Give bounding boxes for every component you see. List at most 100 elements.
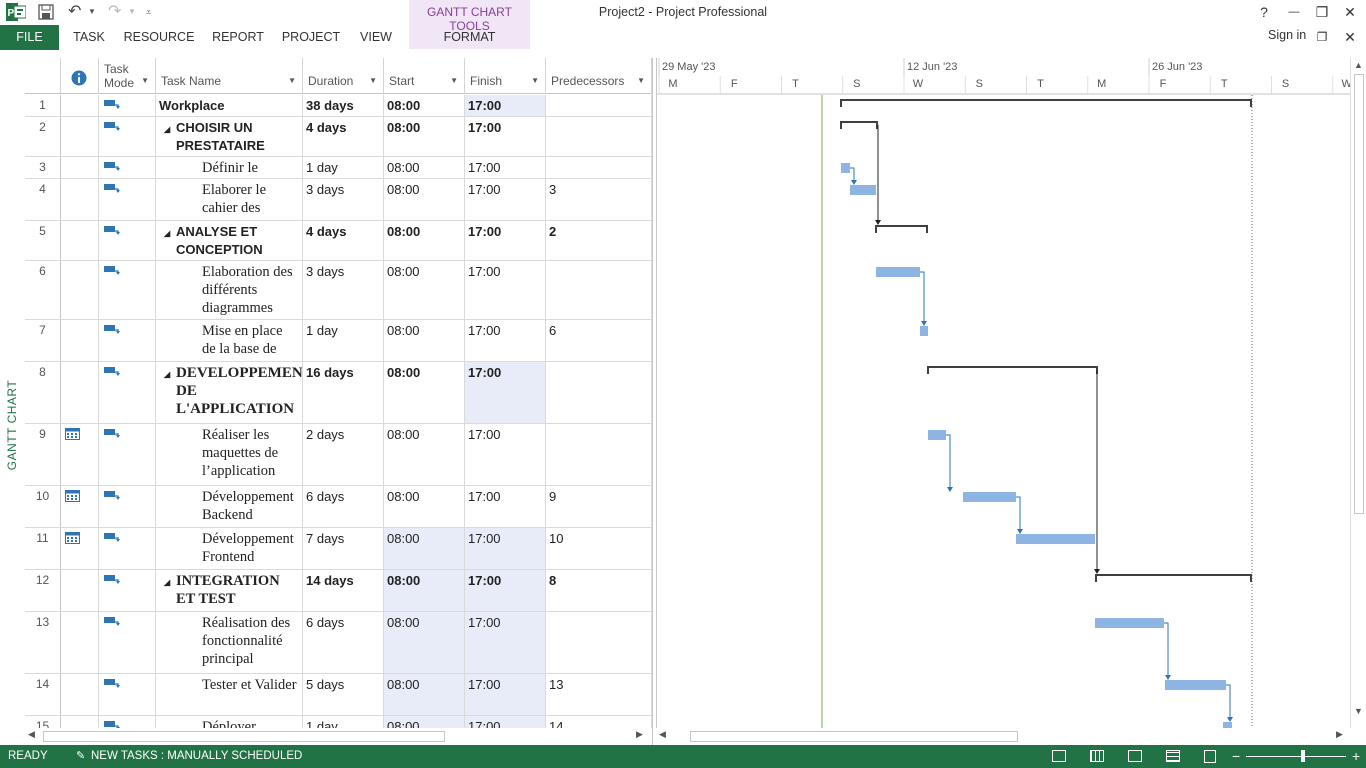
indicator-cell[interactable] bbox=[61, 320, 99, 361]
row-id[interactable]: 7 bbox=[25, 320, 61, 361]
row-id[interactable]: 1 bbox=[25, 95, 61, 116]
task-mode-cell[interactable] bbox=[99, 528, 156, 569]
tab-file[interactable]: FILE bbox=[0, 25, 59, 50]
duration-cell[interactable]: 7 days bbox=[303, 528, 384, 569]
task-mode-cell[interactable] bbox=[99, 486, 156, 527]
scroll-right-icon[interactable]: ▶ bbox=[1336, 729, 1343, 740]
header-select-all[interactable] bbox=[25, 58, 61, 94]
row-id[interactable]: 10 bbox=[25, 486, 61, 527]
zoom-in-icon[interactable]: + bbox=[1352, 745, 1360, 768]
finish-cell[interactable]: 17:00 bbox=[465, 320, 546, 361]
view-teamplanner-icon[interactable] bbox=[1128, 750, 1142, 762]
predecessors-cell[interactable] bbox=[546, 157, 652, 178]
row-id[interactable]: 3 bbox=[25, 157, 61, 178]
restore-ribbon-icon[interactable]: ❐ bbox=[1310, 27, 1334, 47]
finish-cell[interactable]: 17:00 bbox=[465, 221, 546, 260]
scroll-thumb[interactable] bbox=[43, 731, 445, 742]
collapse-triangle-icon[interactable]: ◢ bbox=[164, 121, 170, 139]
chevron-down-icon[interactable]: ▼ bbox=[637, 76, 645, 85]
start-cell[interactable]: 08:00 bbox=[384, 674, 465, 715]
start-cell[interactable]: 08:00 bbox=[384, 261, 465, 319]
duration-cell[interactable]: 4 days bbox=[303, 117, 384, 156]
duration-cell[interactable]: 14 days bbox=[303, 570, 384, 611]
indicator-cell[interactable] bbox=[61, 95, 99, 116]
task-mode-cell[interactable] bbox=[99, 362, 156, 423]
scroll-left-icon[interactable]: ◀ bbox=[659, 729, 666, 740]
tab-format[interactable]: FORMAT bbox=[409, 25, 530, 50]
collapse-triangle-icon[interactable]: ◢ bbox=[164, 225, 170, 243]
finish-cell[interactable]: 17:00 bbox=[465, 528, 546, 569]
row-id[interactable]: 12 bbox=[25, 570, 61, 611]
row-id[interactable]: 6 bbox=[25, 261, 61, 319]
task-mode-cell[interactable] bbox=[99, 674, 156, 715]
task-name-cell[interactable]: Tester et Valider bbox=[156, 674, 303, 715]
task-mode-cell[interactable] bbox=[99, 716, 156, 728]
predecessors-cell[interactable]: 3 bbox=[546, 179, 652, 220]
sign-in-link[interactable]: Sign in bbox=[1268, 28, 1306, 42]
predecessors-cell[interactable] bbox=[546, 95, 652, 116]
vertical-scrollbar[interactable]: ▲ ▼ bbox=[1350, 58, 1366, 728]
gantt-horizontal-scrollbar[interactable]: ◀ ▶ bbox=[656, 728, 1350, 745]
row-id[interactable]: 2 bbox=[25, 117, 61, 156]
table-row[interactable]: 13 Réalisation des fonctionnalité princip… bbox=[25, 612, 652, 674]
task-name-cell[interactable]: Déployer bbox=[156, 716, 303, 728]
indicator-cell[interactable] bbox=[61, 261, 99, 319]
start-cell[interactable]: 08:00 bbox=[384, 716, 465, 728]
indicator-cell[interactable] bbox=[61, 674, 99, 715]
row-id[interactable]: 8 bbox=[25, 362, 61, 423]
task-mode-cell[interactable] bbox=[99, 95, 156, 116]
indicator-cell[interactable] bbox=[61, 486, 99, 527]
task-mode-cell[interactable] bbox=[99, 261, 156, 319]
task-mode-cell[interactable] bbox=[99, 570, 156, 611]
indicator-cell[interactable] bbox=[61, 179, 99, 220]
predecessors-cell[interactable]: 14 bbox=[546, 716, 652, 728]
grid-horizontal-scrollbar[interactable]: ◀ ▶ bbox=[25, 728, 652, 745]
tab-task[interactable]: TASK bbox=[66, 25, 112, 50]
start-cell[interactable]: 08:00 bbox=[384, 612, 465, 673]
indicator-cell[interactable] bbox=[61, 221, 99, 260]
task-name-cell[interactable]: Réaliser les maquettes de l’application bbox=[156, 424, 303, 485]
table-row[interactable]: 6 Elaboration des différents diagrammes 3 … bbox=[25, 261, 652, 320]
table-row[interactable]: 10 Développement Backend 6 days 08:00 17:00 9 bbox=[25, 486, 652, 528]
table-row[interactable]: 14 Tester et Valider 5 days 08:00 17:00 13 bbox=[25, 674, 652, 716]
predecessors-cell[interactable]: 9 bbox=[546, 486, 652, 527]
indicator-cell[interactable] bbox=[61, 117, 99, 156]
task-mode-cell[interactable] bbox=[99, 320, 156, 361]
close-document-button[interactable]: ✕ bbox=[1338, 27, 1362, 47]
table-row[interactable]: 3 Définir le budget 1 day08:0017:00 bbox=[25, 157, 652, 179]
start-cell[interactable]: 08:00 bbox=[384, 570, 465, 611]
scroll-up-icon[interactable]: ▲ bbox=[1354, 60, 1363, 70]
start-cell[interactable]: 08:00 bbox=[384, 424, 465, 485]
task-mode-cell[interactable] bbox=[99, 117, 156, 156]
finish-cell[interactable]: 17:00 bbox=[465, 570, 546, 611]
finish-cell[interactable]: 17:00 bbox=[465, 179, 546, 220]
header-finish[interactable]: Finish ▼ bbox=[465, 58, 546, 94]
header-task-mode[interactable]: Task Mode ▼ bbox=[99, 58, 156, 94]
table-row[interactable]: 11 Développement Frontend 7 days 08:00 17:00… bbox=[25, 528, 652, 570]
task-name-cell[interactable]: ◢ ANALYSE ET CONCEPTION bbox=[156, 221, 303, 260]
task-mode-cell[interactable] bbox=[99, 157, 156, 178]
finish-cell[interactable]: 17:00 bbox=[465, 95, 546, 116]
table-row[interactable]: 12 ◢ INTEGRATION ET TEST 14 days 08:00 17:00 8 bbox=[25, 570, 652, 612]
task-name-cell[interactable]: ◢ CHOISIR UN PRESTATAIRE bbox=[156, 117, 303, 156]
task-name-cell[interactable]: Développement Frontend bbox=[156, 528, 303, 569]
task-name-cell[interactable]: ◢ INTEGRATION ET TEST bbox=[156, 570, 303, 611]
finish-cell[interactable]: 17:00 bbox=[465, 157, 546, 178]
table-row[interactable]: 7 Mise en place de la base de 1 day 08:00 17… bbox=[25, 320, 652, 362]
row-id[interactable]: 5 bbox=[25, 221, 61, 260]
minimize-button[interactable]: — bbox=[1282, 2, 1306, 22]
chevron-down-icon[interactable]: ▼ bbox=[141, 76, 149, 85]
task-name-cell[interactable]: ◢Workplace bbox=[156, 95, 303, 116]
finish-cell[interactable]: 17:00 bbox=[465, 117, 546, 156]
header-duration[interactable]: Duration ▼ bbox=[303, 58, 384, 94]
view-report-icon[interactable] bbox=[1204, 750, 1216, 763]
task-name-cell[interactable]: Elaborer le cahier des bbox=[156, 179, 303, 220]
zoom-out-icon[interactable]: − bbox=[1232, 745, 1240, 768]
view-taskusage-icon[interactable] bbox=[1090, 750, 1104, 762]
restore-button[interactable]: ❐ bbox=[1310, 2, 1334, 22]
zoom-slider[interactable] bbox=[1246, 756, 1346, 757]
task-mode-cell[interactable] bbox=[99, 424, 156, 485]
indicator-cell[interactable] bbox=[61, 362, 99, 423]
start-cell[interactable]: 08:00 bbox=[384, 320, 465, 361]
start-cell[interactable]: 08:00 bbox=[384, 117, 465, 156]
